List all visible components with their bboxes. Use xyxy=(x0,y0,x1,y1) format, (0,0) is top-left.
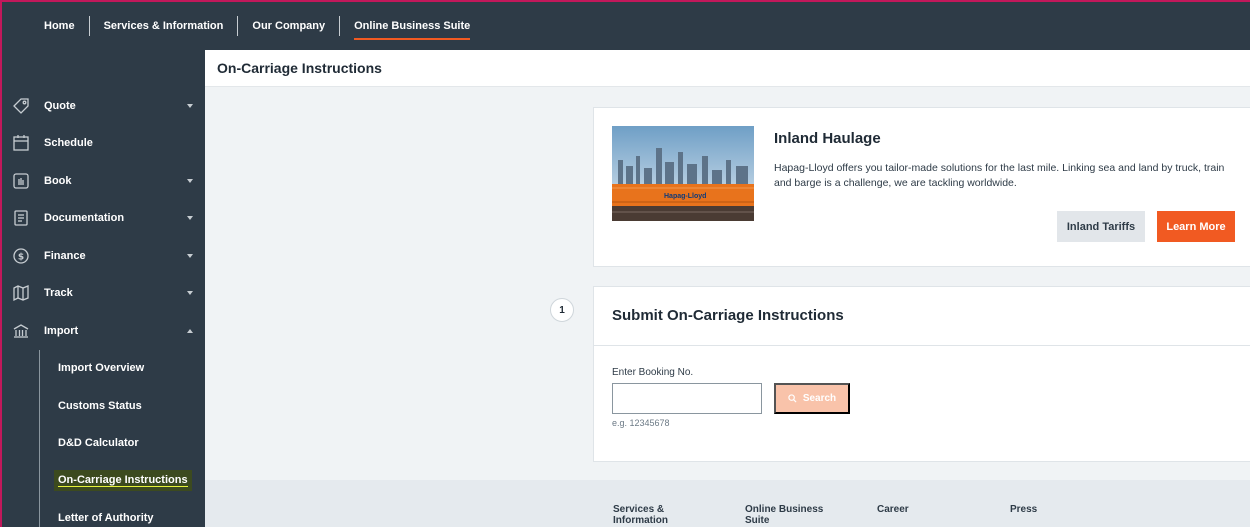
chevron-down-icon xyxy=(187,216,193,221)
sidebar-item-label: Quote xyxy=(44,99,76,112)
footer-link-services-information[interactable]: Services & Information xyxy=(613,504,693,526)
sidebar-item-track[interactable]: Track xyxy=(2,275,205,313)
booking-number-hint: e.g. 12345678 xyxy=(612,418,670,428)
sidebar-subitem-label: Import Overview xyxy=(58,362,145,375)
main-content: Hapag-Lloyd Inland Haulage Hapag-Lloyd o… xyxy=(205,87,1250,480)
chevron-down-icon xyxy=(187,253,193,258)
chevron-down-icon xyxy=(187,291,193,296)
sidebar-item-schedule[interactable]: Schedule xyxy=(2,125,205,163)
sidebar-subitem-letter-of-authority[interactable]: Letter of Authority xyxy=(2,500,205,527)
import-submenu: Import Overview Customs Status D&D Calcu… xyxy=(2,349,205,527)
sidebar-item-label: Schedule xyxy=(44,137,93,150)
sidebar-subitem-label: Letter of Authority xyxy=(58,512,154,525)
svg-text:Hapag-Lloyd: Hapag-Lloyd xyxy=(664,193,706,200)
chevron-down-icon xyxy=(187,178,193,183)
top-nav-online-business-suite[interactable]: Online Business Suite xyxy=(340,16,484,40)
sidebar-subitem-import-overview[interactable]: Import Overview xyxy=(2,350,205,388)
chevron-down-icon xyxy=(187,103,193,108)
learn-more-button[interactable]: Learn More xyxy=(1157,211,1235,242)
top-nav-home[interactable]: Home xyxy=(2,16,89,36)
calendar-icon xyxy=(10,132,32,154)
page-header: On-Carriage Instructions xyxy=(205,50,1250,87)
sidebar-item-label: Documentation xyxy=(44,212,125,225)
sidebar-top-strip xyxy=(2,50,205,87)
inland-haulage-image: Hapag-Lloyd xyxy=(612,126,754,221)
submit-on-carriage-card: Submit On-Carriage Instructions Enter Bo… xyxy=(593,286,1250,462)
tag-icon xyxy=(10,95,32,117)
search-button[interactable]: Search xyxy=(774,383,850,414)
sidebar-subitem-on-carriage-instructions[interactable]: On-Carriage Instructions xyxy=(2,462,205,500)
sidebar-item-book[interactable]: Book xyxy=(2,162,205,200)
divider xyxy=(594,345,1250,346)
search-icon xyxy=(788,394,797,403)
sidebar-item-label: Track xyxy=(44,287,73,300)
top-nav: Home Services & Information Our Company … xyxy=(2,2,484,50)
footer: Services & Information Online Business S… xyxy=(205,480,1250,527)
inland-haulage-card: Hapag-Lloyd Inland Haulage Hapag-Lloyd o… xyxy=(593,107,1250,267)
sidebar-subitem-customs-status[interactable]: Customs Status xyxy=(2,387,205,425)
footer-link-press[interactable]: Press xyxy=(1010,504,1037,515)
document-icon xyxy=(10,207,32,229)
step-number-badge: 1 xyxy=(550,298,574,322)
sidebar-subitem-label: D&D Calculator xyxy=(58,437,139,450)
booking-number-label: Enter Booking No. xyxy=(612,367,694,378)
top-nav-our-company[interactable]: Our Company xyxy=(238,16,339,36)
page-title: On-Carriage Instructions xyxy=(217,60,382,76)
sidebar-item-finance[interactable]: $ Finance xyxy=(2,237,205,275)
building-icon xyxy=(10,320,32,342)
search-button-label: Search xyxy=(802,393,837,404)
sidebar: Quote Schedule Book Documentation $ Fina… xyxy=(0,50,205,527)
sidebar-subitem-label: On-Carriage Instructions xyxy=(58,474,188,488)
sidebar-item-label: Book xyxy=(44,174,72,187)
footer-link-career[interactable]: Career xyxy=(877,504,909,515)
sidebar-subitem-label: Customs Status xyxy=(58,399,142,412)
sidebar-subitem-dd-calculator[interactable]: D&D Calculator xyxy=(2,425,205,463)
booking-number-input[interactable] xyxy=(612,383,762,414)
svg-text:$: $ xyxy=(18,252,24,262)
inland-haulage-description: Hapag-Lloyd offers you tailor-made solut… xyxy=(774,162,1225,189)
top-navigation-bar: Home Services & Information Our Company … xyxy=(0,0,1250,50)
sidebar-item-quote[interactable]: Quote xyxy=(2,87,205,125)
sidebar-item-label: Import xyxy=(44,324,79,337)
hand-icon xyxy=(10,170,32,192)
sidebar-item-documentation[interactable]: Documentation xyxy=(2,200,205,238)
sidebar-item-import[interactable]: Import xyxy=(2,312,205,350)
sidebar-item-label: Finance xyxy=(44,249,86,262)
inland-haulage-title: Inland Haulage xyxy=(774,130,881,147)
chevron-up-icon xyxy=(187,328,193,333)
map-icon xyxy=(10,282,32,304)
dollar-icon: $ xyxy=(10,245,32,267)
submit-section-title: Submit On-Carriage Instructions xyxy=(612,307,844,324)
inland-tariffs-button[interactable]: Inland Tariffs xyxy=(1057,211,1145,242)
footer-link-online-business-suite[interactable]: Online Business Suite xyxy=(745,504,840,526)
top-nav-services[interactable]: Services & Information xyxy=(90,16,238,36)
